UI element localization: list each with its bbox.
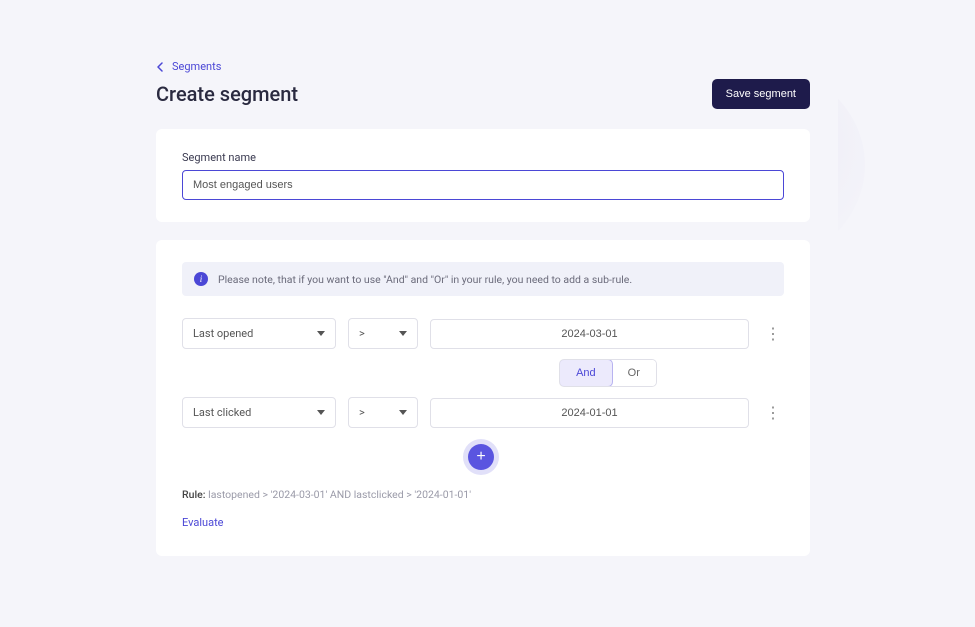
rule-field-value-2: Last clicked <box>193 406 251 419</box>
page-title: Create segment <box>156 82 298 106</box>
rule-operator-value-1: > <box>359 327 365 340</box>
caret-down-icon <box>317 331 325 336</box>
info-banner: i Please note, that if you want to use "… <box>182 262 784 296</box>
rule-summary-text: lastopened > '2024-03-01' AND lastclicke… <box>208 488 471 501</box>
rules-card: i Please note, that if you want to use "… <box>156 240 810 556</box>
save-segment-button[interactable]: Save segment <box>712 79 810 109</box>
evaluate-link[interactable]: Evaluate <box>182 516 224 529</box>
more-options-icon[interactable]: ⋮ <box>761 326 784 342</box>
rule-field-select-2[interactable]: Last clicked <box>182 397 336 428</box>
info-text: Please note, that if you want to use "An… <box>218 273 632 286</box>
info-icon: i <box>194 272 208 286</box>
rule-field-select-1[interactable]: Last opened <box>182 318 336 349</box>
main-container: Segments Create segment Save segment Seg… <box>128 60 838 556</box>
rule-value-input-2[interactable] <box>430 398 749 428</box>
connector-or-button[interactable]: Or <box>612 360 656 386</box>
caret-down-icon <box>317 410 325 415</box>
segment-name-card: Segment name <box>156 129 810 222</box>
add-rule-button[interactable]: + <box>468 444 494 470</box>
rule-operator-select-1[interactable]: > <box>348 318 418 349</box>
segment-name-input[interactable] <box>182 170 784 200</box>
more-options-icon[interactable]: ⋮ <box>761 405 784 421</box>
chevron-left-icon <box>156 62 166 72</box>
segment-name-label: Segment name <box>182 151 784 164</box>
rule-row-1: Last opened > ⋮ <box>182 318 784 349</box>
connector-row: And Or <box>182 359 784 387</box>
rule-operator-value-2: > <box>359 406 365 419</box>
rule-row-2: Last clicked > ⋮ <box>182 397 784 428</box>
breadcrumb-link[interactable]: Segments <box>172 60 221 73</box>
rule-field-value-1: Last opened <box>193 327 253 340</box>
rule-summary: Rule: lastopened > '2024-03-01' AND last… <box>182 488 784 501</box>
rule-operator-select-2[interactable]: > <box>348 397 418 428</box>
connector-toggle: And Or <box>559 359 657 387</box>
caret-down-icon <box>399 410 407 415</box>
breadcrumb[interactable]: Segments <box>156 60 838 73</box>
add-rule-row: + <box>182 444 784 470</box>
page-header: Create segment Save segment <box>156 79 810 109</box>
caret-down-icon <box>399 331 407 336</box>
plus-icon: + <box>476 448 485 466</box>
connector-and-button[interactable]: And <box>559 359 613 387</box>
rule-value-input-1[interactable] <box>430 319 749 349</box>
rule-summary-label: Rule: <box>182 488 206 501</box>
